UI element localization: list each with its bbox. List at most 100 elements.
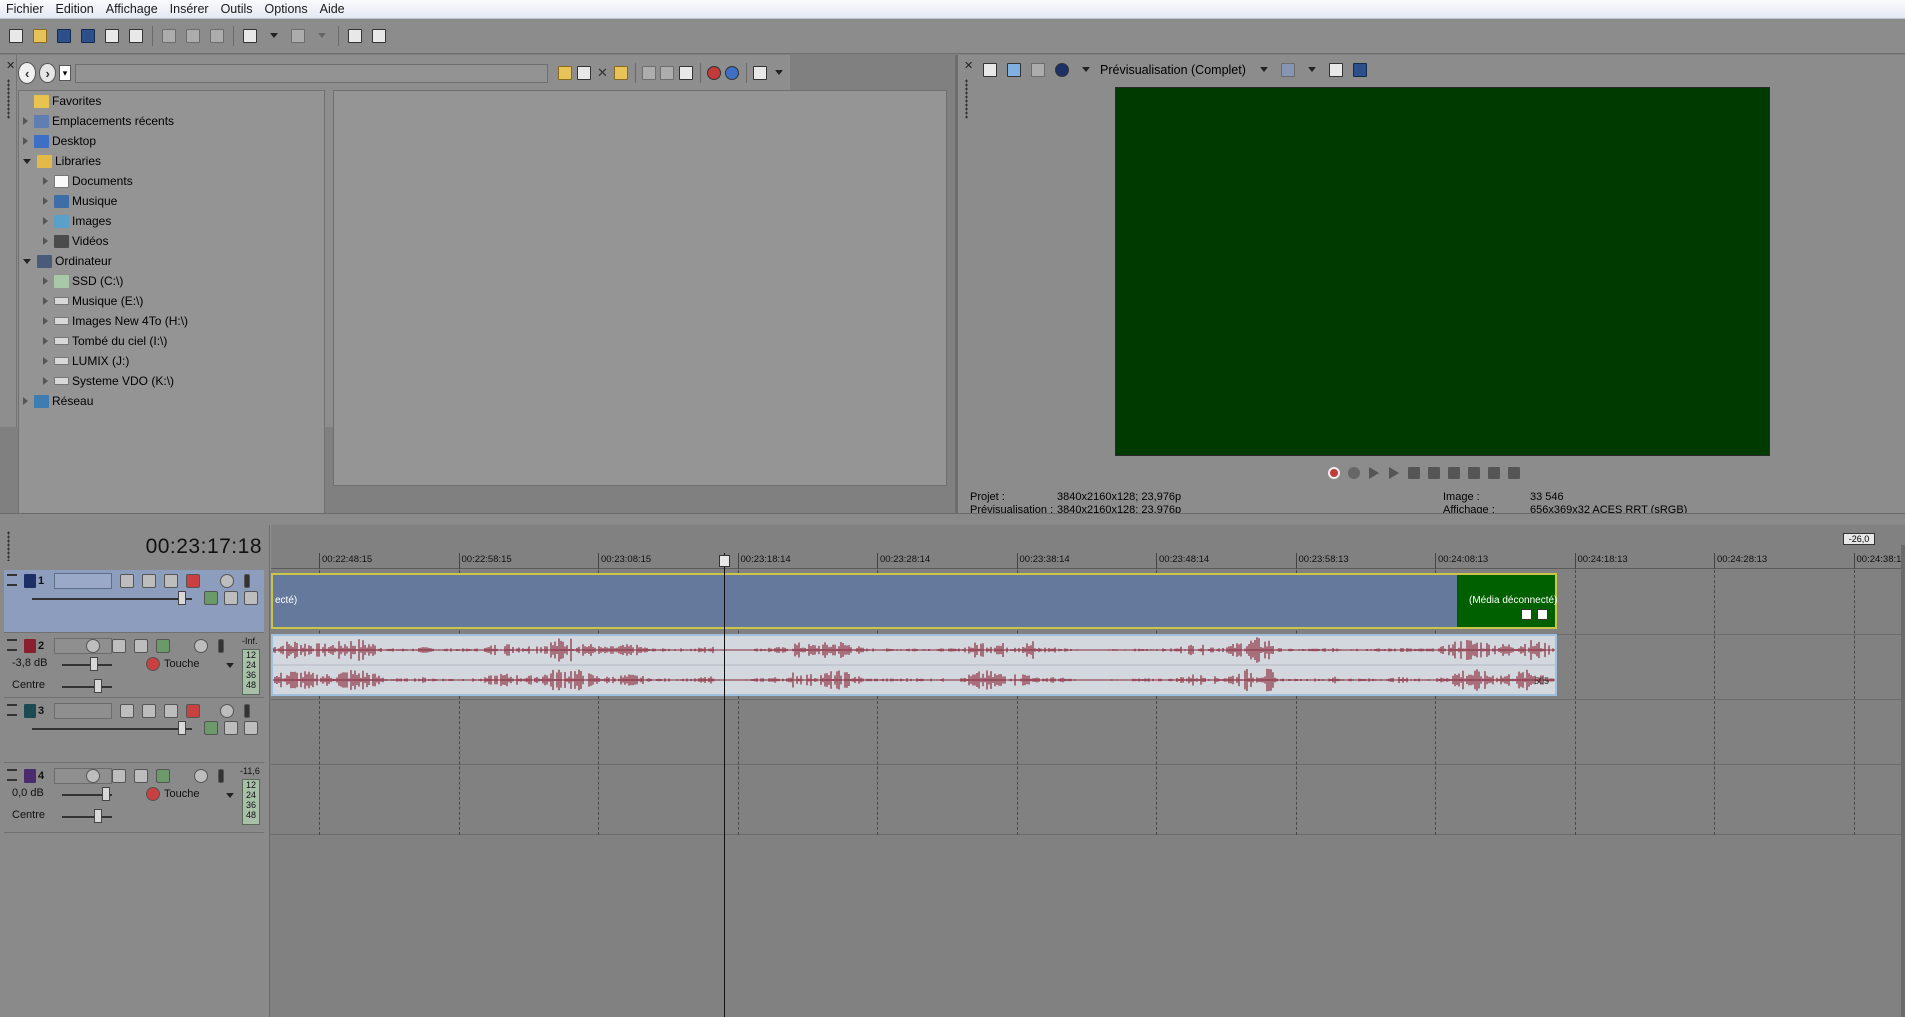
search-media-button[interactable] [725,64,740,82]
horizontal-splitter[interactable] [0,513,1905,525]
automation-mode[interactable]: Touche [164,788,199,800]
chevron-right-icon[interactable] [43,237,48,245]
tree-item[interactable]: Ordinateur [23,252,112,270]
overlays-dropdown[interactable] [1302,60,1322,80]
stop-button[interactable] [1424,464,1444,482]
compositing-mode-icon[interactable] [120,704,134,718]
chevron-right-icon[interactable] [43,337,48,345]
tree-item[interactable]: Vidéos [43,232,108,250]
properties-button[interactable] [126,26,146,46]
views-button[interactable] [752,64,768,82]
track-motion-icon[interactable] [164,574,178,588]
volume-slider[interactable] [62,664,112,666]
invert-phase-icon[interactable] [112,769,126,783]
playhead-handle[interactable] [719,555,730,567]
motion-icon[interactable] [142,574,156,588]
arm-record-icon[interactable] [86,639,100,653]
track-fx-icon[interactable] [156,639,170,653]
tree-item[interactable]: Systeme VDO (K:\) [43,372,174,390]
chevron-right-icon[interactable] [43,297,48,305]
tree-item[interactable]: Musique (E:\) [43,292,143,310]
tree-item[interactable]: SSD (C:\) [43,272,123,290]
menu-aide[interactable]: Aide [314,2,351,16]
automation-settings-icon[interactable] [134,639,148,653]
pan-knob[interactable] [94,679,102,693]
automation-gear-icon[interactable] [146,787,160,801]
composite-level-slider[interactable] [32,728,192,730]
chevron-right-icon[interactable] [23,137,28,145]
menu-edition[interactable]: Edition [50,2,100,16]
fx-gear-icon[interactable] [186,704,200,718]
chevron-down-icon[interactable] [23,158,31,164]
go-to-start-button[interactable] [1444,464,1464,482]
previous-frame-button[interactable] [1484,464,1504,482]
history-dropdown[interactable]: ▾ [59,65,71,81]
track-lane-4[interactable] [271,765,1905,835]
track-grip-icon[interactable] [7,639,17,651]
timeline-area[interactable]: -26,0 00:22:48:15 00:22:58:15 00:23:08:15 0… [271,525,1905,1017]
invert-phase-icon[interactable] [112,639,126,653]
menu-affichage[interactable]: Affichage [100,2,164,16]
automation-mode[interactable]: Touche [164,658,199,670]
back-button[interactable]: ‹ [18,62,37,84]
refresh-button[interactable] [576,64,591,82]
track-header-1[interactable]: 1 [4,570,264,633]
go-to-end-button[interactable] [1464,464,1484,482]
make-compositing-child-icon[interactable] [224,591,238,605]
solo-icon[interactable] [218,639,224,653]
track-header-2[interactable]: 2 -3,8 dB Touche Centre -Inf. 12 24 36 4… [4,635,264,698]
mute-icon[interactable] [194,639,208,653]
next-frame-button[interactable] [1504,464,1524,482]
tree-item[interactable]: Desktop [23,132,96,150]
views-dropdown[interactable] [771,64,786,82]
solo-icon[interactable] [244,574,250,588]
volume-knob[interactable] [102,787,110,801]
play-from-start-button[interactable] [1364,464,1384,482]
tree-item[interactable]: Favorites [23,92,101,110]
chevron-right-icon[interactable] [43,317,48,325]
split-screen-button[interactable] [1028,60,1048,80]
menu-fichier[interactable]: Fichier [0,2,50,16]
mute-icon[interactable] [194,769,208,783]
track-name-field[interactable] [54,573,112,589]
path-input[interactable] [74,63,548,83]
parent-composite-icon[interactable] [204,591,218,605]
mute-icon[interactable] [220,574,234,588]
play-button[interactable] [1384,464,1404,482]
render-button[interactable] [102,26,122,46]
chevron-down-icon[interactable] [23,258,31,264]
track-lane-3[interactable] [271,700,1905,765]
track-name-field[interactable] [54,768,112,784]
copy-snapshot-button[interactable] [1326,60,1346,80]
auto-preview-button[interactable] [679,64,694,82]
track-grip-icon[interactable] [7,704,17,716]
crop-icon[interactable] [1521,609,1532,620]
undo-button[interactable] [240,26,260,46]
tree-item[interactable]: Tombé du ciel (I:\) [43,332,167,350]
tree-item[interactable]: Réseau [23,392,93,410]
preview-quality-dropdown-arrow[interactable] [1076,60,1096,80]
track-name-field[interactable] [54,638,112,654]
forward-button[interactable]: › [39,63,57,83]
external-monitor-button[interactable] [1004,60,1024,80]
fx-gear-icon[interactable] [186,574,200,588]
tree-item[interactable]: LUMIX (J:) [43,352,129,370]
chevron-right-icon[interactable] [43,377,48,385]
pan-slider[interactable] [62,686,112,688]
preview-quality-label[interactable]: Prévisualisation (Complet) [1100,63,1246,77]
track-grip-icon[interactable] [7,769,17,781]
chevron-right-icon[interactable] [43,217,48,225]
stop-media-button[interactable] [660,64,675,82]
preview-quality-dropdown[interactable] [1254,60,1274,80]
delete-button[interactable]: ✕ [595,64,610,82]
make-compositing-child-icon[interactable] [224,721,238,735]
composite-level-knob[interactable] [178,721,186,735]
tree-item[interactable]: Images New 4To (H:\) [43,312,188,330]
overlays-button[interactable] [1278,60,1298,80]
edit-tool-button[interactable] [345,26,365,46]
add-favorite-button[interactable] [614,64,629,82]
composite-level-slider[interactable] [32,598,192,600]
track-header-3[interactable]: 3 [4,700,264,763]
redo-dropdown[interactable] [312,26,332,46]
undo-dropdown[interactable] [264,26,284,46]
